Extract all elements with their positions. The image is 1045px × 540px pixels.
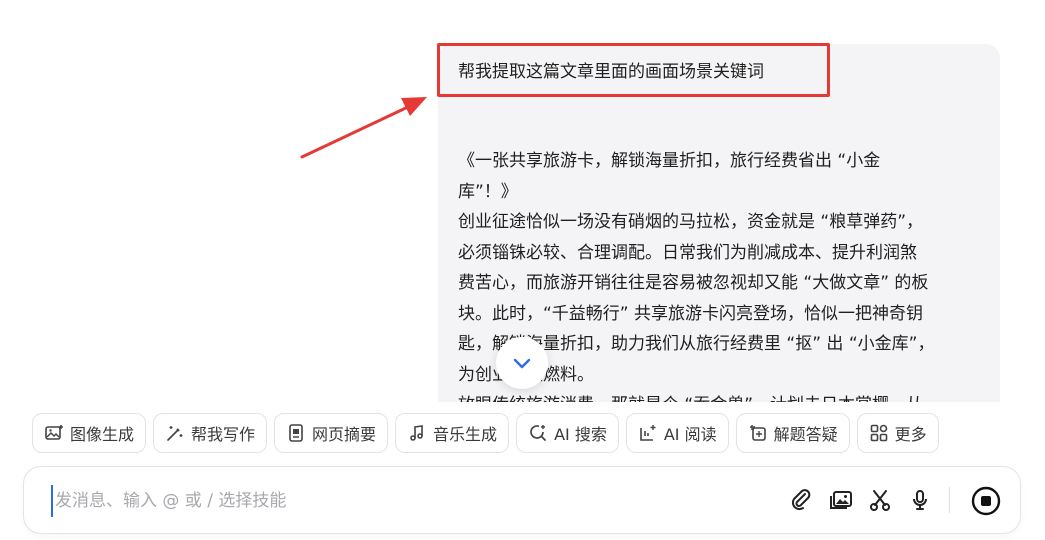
voice-input-button[interactable] — [906, 486, 934, 514]
message-line: 必须锱铢必较、合理调配。日常我们为削减成本、提升利润煞 — [458, 242, 917, 263]
grid-more-icon — [870, 424, 887, 442]
music-note-icon — [410, 425, 423, 441]
message-line: 《一张共享旅游卡，解锁海量折扣，旅行经费省出 “小金 — [458, 151, 881, 171]
skill-label: AI 阅读 — [663, 425, 717, 444]
message-line: 库”！》 — [458, 181, 518, 202]
message-line: 放眼传统旅游消费，那就是个 “吞金兽”。计划去日本赏樱，从 — [458, 390, 978, 402]
scroll-down-button[interactable] — [496, 337, 548, 389]
skill-label: AI 搜索 — [554, 425, 607, 444]
ai-read-icon — [640, 425, 656, 441]
microphone-icon — [913, 490, 927, 510]
skill-label: 网页摘要 — [312, 425, 377, 444]
stop-generation-button[interactable] — [969, 484, 1003, 518]
message-line: 创业征途恰似一场没有硝烟的马拉松，资金就是 “粮草弹药”， — [458, 212, 924, 232]
magic-pen-icon — [167, 426, 183, 441]
skill-web-summary[interactable]: 网页摘要 — [274, 413, 389, 453]
chat-area: 帮我提取这篇文章里面的画面场景关键词 《一张共享旅游卡，解锁海量折扣，旅行经费省… — [0, 0, 1045, 402]
message-composer — [23, 466, 1021, 534]
image-upload-button[interactable] — [827, 486, 855, 514]
stop-icon — [971, 486, 1001, 516]
message-line: 费苦心，而旅游开销往往是容易被忽视却又能 “大做文章” 的板 — [458, 273, 929, 293]
ai-search-icon — [530, 425, 546, 441]
scissors-icon — [870, 490, 890, 511]
skill-ai-search[interactable]: AI 搜索 — [516, 413, 619, 453]
screenshot-button[interactable] — [866, 486, 894, 514]
image-plus-icon — [45, 425, 63, 440]
skill-image-generation[interactable]: 图像生成 — [32, 413, 147, 453]
skill-label: 图像生成 — [70, 425, 135, 444]
web-page-icon — [289, 424, 303, 442]
skill-ai-reading[interactable]: AI 阅读 — [625, 413, 729, 453]
skill-question-answer[interactable]: 解题答疑 — [735, 413, 850, 453]
image-gallery-icon — [830, 491, 852, 509]
question-icon — [749, 425, 766, 441]
chevron-down-icon — [513, 358, 531, 369]
skill-label: 音乐生成 — [433, 425, 498, 444]
toolbar-divider — [949, 487, 950, 513]
skill-writing[interactable]: 帮我写作 — [153, 413, 268, 453]
message-input[interactable] — [51, 485, 757, 517]
skill-label: 帮我写作 — [191, 425, 256, 444]
paperclip-icon — [791, 489, 811, 511]
skill-bar: 图像生成 帮我写作 网页摘要 音乐生成 AI 搜索 AI 阅读 解题答疑 更多 — [32, 413, 939, 453]
skill-label: 更多 — [894, 425, 927, 444]
annotation-highlight-box — [437, 43, 830, 97]
message-line: 块。此时，“千益畅行” 共享旅游卡闪亮登场，恰似一把神奇钥 — [458, 303, 924, 324]
skill-music-generation[interactable]: 音乐生成 — [395, 413, 510, 453]
skill-more[interactable]: 更多 — [856, 413, 939, 453]
attach-button[interactable] — [787, 486, 815, 514]
skill-label: 解题答疑 — [773, 425, 838, 444]
